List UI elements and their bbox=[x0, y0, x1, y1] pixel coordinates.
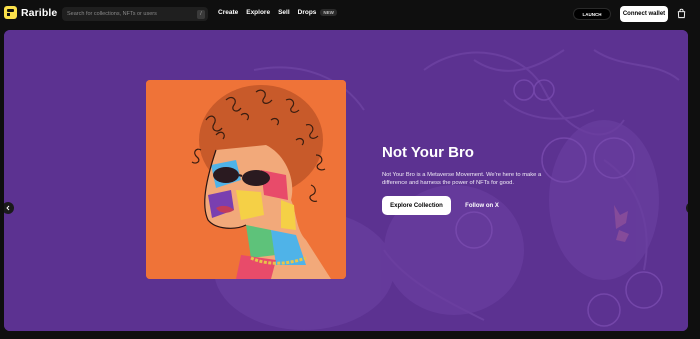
hero-banner: Not Your Bro Not Your Bro is a Metaverse… bbox=[4, 30, 688, 331]
launch-button[interactable]: LAUNCH bbox=[573, 8, 611, 20]
rarible-logo-icon bbox=[4, 6, 17, 19]
connect-wallet-button[interactable]: Connect wallet bbox=[620, 6, 668, 22]
follow-on-x-button[interactable]: Follow on X bbox=[457, 196, 507, 215]
rarible-logo[interactable]: Rarible bbox=[4, 6, 57, 19]
hero-title: Not Your Bro bbox=[382, 144, 474, 161]
nav-drops[interactable]: Drops bbox=[298, 9, 317, 16]
nav-sell[interactable]: Sell bbox=[278, 9, 290, 16]
new-badge: NEW bbox=[320, 9, 337, 16]
nav-explore[interactable]: Explore bbox=[246, 9, 270, 16]
logo-text: Rarible bbox=[21, 6, 58, 19]
explore-collection-button[interactable]: Explore Collection bbox=[382, 196, 451, 215]
shopping-bag-icon[interactable] bbox=[676, 8, 687, 19]
top-nav: Rarible / Create Explore Sell Drops NEW … bbox=[0, 0, 700, 28]
search-input[interactable] bbox=[67, 11, 187, 17]
hero-description: Not Your Bro is a Metaverse Movement. We… bbox=[382, 172, 542, 186]
collection-artwork[interactable] bbox=[146, 80, 346, 279]
search-bar[interactable]: / bbox=[62, 7, 208, 21]
chevron-left-icon bbox=[6, 205, 10, 211]
main-menu: Create Explore Sell Drops NEW bbox=[218, 9, 337, 16]
portrait-illustration bbox=[146, 80, 346, 279]
hero-background-art bbox=[4, 30, 688, 331]
search-shortcut-key: / bbox=[197, 9, 205, 19]
nav-create[interactable]: Create bbox=[218, 9, 238, 16]
